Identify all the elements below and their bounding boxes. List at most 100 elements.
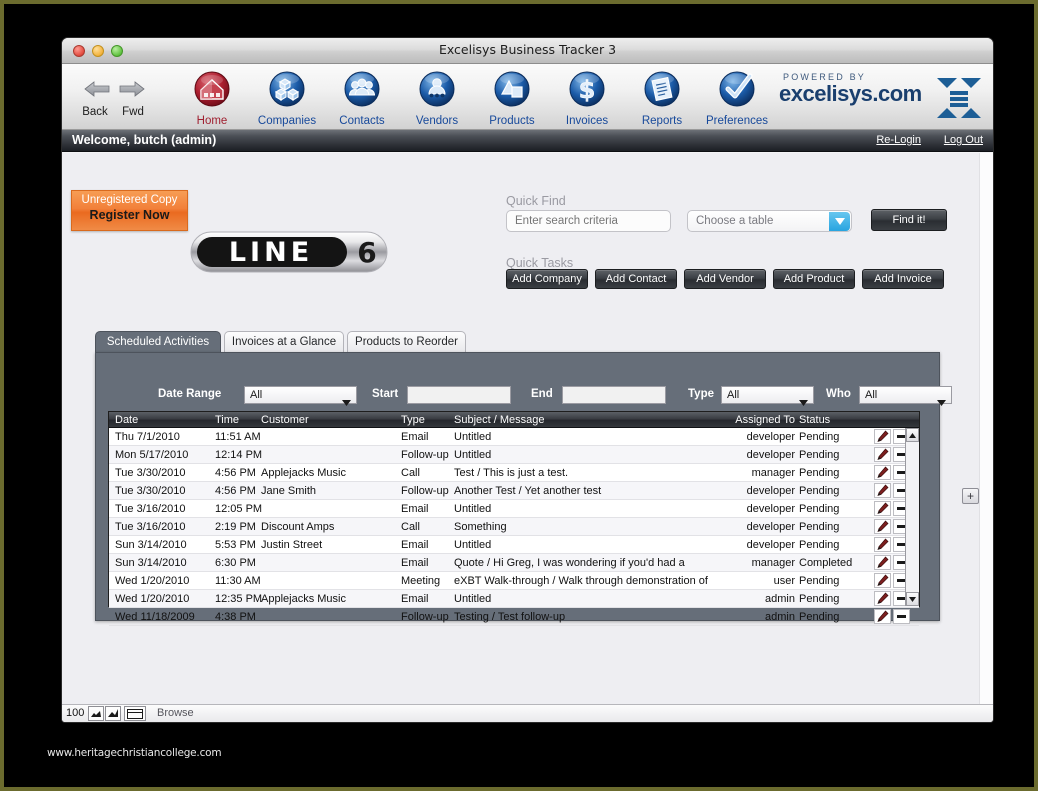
table-row[interactable]: Wed 1/20/2010 11:30 AM Meeting eXBT Walk-th… [109,572,919,590]
who-select[interactable]: All [859,386,952,406]
pencil-icon[interactable] [874,555,891,570]
pencil-icon[interactable] [874,573,891,588]
toolbar-item-invoices[interactable]: $ Invoices [549,69,625,129]
pencil-icon[interactable] [874,537,891,552]
search-input[interactable] [506,210,671,232]
zoom-out-icon[interactable] [88,706,104,721]
cell-date: Wed 1/20/2010 [115,593,190,605]
cell-subject: eXBT Walk-through / Walk through demonst… [454,575,708,587]
pencil-icon[interactable] [874,483,891,498]
toolbar-label-home: Home [196,115,228,127]
register-now-badge[interactable]: Unregistered Copy Register Now [71,190,188,231]
cell-status: Pending [799,521,840,533]
forward-arrow-icon[interactable] [118,79,146,99]
tab-products-to-reorder[interactable]: Products to Reorder [347,331,466,353]
pencil-icon[interactable] [874,429,891,444]
cell-date: Tue 3/30/2010 [115,485,186,497]
cell-assigned-to: developer [746,449,795,461]
cell-status: Completed [799,557,853,569]
pencil-icon[interactable] [874,609,891,624]
house-icon [192,69,232,109]
find-it-button[interactable]: Find it! [871,209,947,231]
cell-status: Pending [799,575,840,587]
welcome-message: Welcome, butch (admin) [72,133,217,147]
pencil-icon[interactable] [874,465,891,480]
toolbar-item-vendors[interactable]: Vendors [399,69,475,129]
add-company-button[interactable]: Add Company [506,269,588,289]
zoom-in-icon[interactable] [105,706,121,721]
cell-time: 12:14 PM [215,449,263,461]
column-header-subject[interactable]: Subject / Message [454,414,709,426]
add-activity-button[interactable]: + [962,488,979,504]
fwd-label[interactable]: Fwd [117,106,149,118]
re-login-link[interactable]: Re-Login [876,134,921,146]
scroll-up-button[interactable] [906,428,919,442]
cell-subject: Untitled [454,431,492,443]
pencil-icon[interactable] [874,519,891,534]
table-row[interactable]: Thu 7/1/2010 11:51 AM Email Untitled develop… [109,428,919,446]
table-row[interactable]: Tue 3/16/2010 2:19 PM Discount Amps Call Som… [109,518,919,536]
grid-scrollbar[interactable] [905,428,919,606]
cell-subject: Another Test / Yet another test [454,485,602,497]
add-product-button[interactable]: Add Product [773,269,855,289]
tab-invoices-at-a-glance[interactable]: Invoices at a Glance [224,331,344,353]
table-row[interactable]: Tue 3/30/2010 4:56 PM Applejacks Music Call… [109,464,919,482]
table-row[interactable]: Sun 3/14/2010 6:30 PM Email Quote / Hi Greg… [109,554,919,572]
quick-find-label: Quick Find [506,194,566,208]
table-row[interactable]: Mon 5/17/2010 12:14 PM Follow-up Untitled de… [109,446,919,464]
pencil-icon[interactable] [874,591,891,606]
chevron-down-icon [799,393,808,411]
table-select[interactable]: Choose a table [687,210,852,232]
end-date-field[interactable] [562,386,666,404]
add-contact-button[interactable]: Add Contact [595,269,677,289]
table-row[interactable]: Wed 11/18/2009 4:38 PM Follow-up Testing / … [109,608,919,626]
pencil-icon[interactable] [874,501,891,516]
cell-status: Pending [799,449,840,461]
toolbar-label-companies: Companies [257,115,317,127]
toolbar-item-companies[interactable]: Companies [249,69,325,129]
toolbar-item-products[interactable]: Products [474,69,550,129]
column-header-type[interactable]: Type [401,414,461,426]
column-header-status[interactable]: Status [799,414,873,426]
cell-type: Email [401,557,429,569]
toolbar-item-preferences[interactable]: Preferences [699,69,775,129]
table-row[interactable]: Sun 3/14/2010 5:53 PM Justin Street Email Un… [109,536,919,554]
chevron-down-icon [937,393,946,411]
toolbar-item-contacts[interactable]: Contacts [324,69,400,129]
tab-scheduled-activities[interactable]: Scheduled Activities [95,331,221,353]
chevron-down-icon[interactable] [829,212,850,231]
cell-assigned-to: developer [746,539,795,551]
minus-icon[interactable] [893,609,910,624]
vendor-icon [417,69,457,109]
log-out-link[interactable]: Log Out [944,134,983,146]
back-label[interactable]: Back [79,106,111,118]
date-range-value: All [250,389,263,401]
column-header-customer[interactable]: Customer [261,414,401,426]
table-row[interactable]: Tue 3/16/2010 12:05 PM Email Untitled develo… [109,500,919,518]
add-vendor-button[interactable]: Add Vendor [684,269,766,289]
table-row[interactable]: Wed 1/20/2010 12:35 PM Applejacks Music Ema… [109,590,919,608]
layout-toggle-icon[interactable] [124,706,146,721]
add-invoice-button[interactable]: Add Invoice [862,269,944,289]
cell-date: Thu 7/1/2010 [115,431,180,443]
table-row[interactable]: Tue 3/30/2010 4:56 PM Jane Smith Follow-up A… [109,482,919,500]
title-bar: Excelisys Business Tracker 3 [62,38,993,64]
pencil-icon[interactable] [874,447,891,462]
content-right-edge [979,153,993,722]
toolbar-item-reports[interactable]: Reports [624,69,700,129]
application-window: Excelisys Business Tracker 3 Back Fwd Ho… [61,37,994,723]
cell-customer: Jane Smith [261,485,317,497]
type-select[interactable]: All [721,386,814,406]
cell-subject: Untitled [454,593,492,605]
column-header-assigned-to[interactable]: Assigned To [709,414,795,426]
chevron-down-icon [342,393,351,411]
cell-date: Wed 11/18/2009 [115,611,195,623]
scroll-down-button[interactable] [906,592,919,606]
outer-frame: Excelisys Business Tracker 3 Back Fwd Ho… [0,0,1038,791]
back-arrow-icon[interactable] [83,79,111,99]
column-header-date[interactable]: Date [115,414,209,426]
mode-label[interactable]: Browse [157,707,194,719]
start-date-field[interactable] [407,386,511,404]
toolbar-item-home[interactable]: Home [174,69,250,129]
date-range-select[interactable]: All [244,386,357,406]
